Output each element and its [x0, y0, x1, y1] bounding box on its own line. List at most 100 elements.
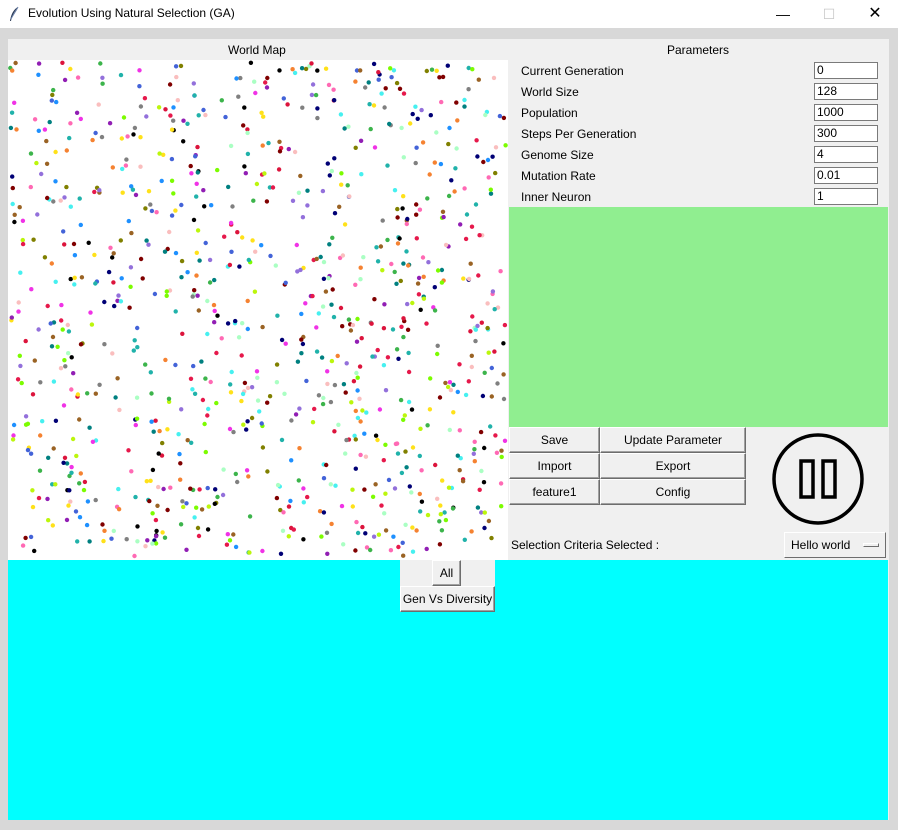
creature-dot	[289, 418, 294, 423]
creature-dot	[149, 391, 154, 396]
param-input-population[interactable]	[814, 104, 878, 121]
creature-dot	[121, 115, 127, 120]
creature-dot	[36, 72, 41, 77]
creature-dot	[23, 414, 29, 419]
creature-dot	[273, 263, 278, 268]
param-input-mutation-rate[interactable]	[814, 167, 878, 184]
maximize-button[interactable]: ☐	[806, 0, 852, 28]
creature-dot	[495, 381, 500, 386]
param-input-inner-neuron[interactable]	[814, 188, 878, 205]
creature-dot	[75, 392, 81, 397]
creature-dot	[179, 258, 185, 264]
param-input-steps-per-generation[interactable]	[814, 125, 878, 142]
creature-dot	[300, 105, 305, 110]
creature-dot	[167, 229, 172, 235]
creature-dot	[39, 171, 44, 177]
creature-dot	[98, 61, 103, 66]
creature-dot	[406, 399, 412, 405]
creature-dot	[419, 107, 424, 113]
creature-dot	[97, 382, 102, 387]
creature-dot	[23, 535, 28, 541]
creature-dot	[353, 408, 358, 414]
creature-dot	[435, 268, 441, 273]
creature-dot	[157, 428, 162, 434]
all-button[interactable]: All	[432, 560, 461, 586]
creature-dot	[55, 344, 60, 349]
selection-criteria-dropdown[interactable]: Hello world	[784, 532, 886, 558]
creature-dot	[332, 382, 338, 388]
creature-dot	[118, 72, 124, 78]
creature-dot	[111, 528, 117, 534]
creature-dot	[410, 111, 415, 117]
creature-dot	[370, 494, 376, 499]
creature-dot	[391, 68, 397, 73]
creature-dot	[229, 369, 234, 375]
world-map-canvas[interactable]	[8, 60, 508, 560]
world-map-title: World Map	[228, 43, 286, 57]
creature-dot	[296, 190, 302, 195]
creature-dot	[299, 351, 304, 356]
creature-dot	[28, 534, 34, 540]
creature-dot	[36, 495, 42, 501]
creature-dot	[401, 334, 406, 340]
creature-dot	[219, 336, 224, 341]
creature-dot	[93, 391, 99, 396]
param-label-world-size: World Size	[521, 85, 579, 99]
export-button[interactable]: Export	[600, 453, 746, 479]
param-input-world-size[interactable]	[814, 83, 878, 100]
creature-dot	[44, 138, 49, 144]
creature-dot	[171, 118, 176, 123]
cyan-panel-left	[8, 560, 400, 820]
creature-dot	[40, 419, 45, 424]
creature-dot	[368, 547, 373, 553]
creature-dot	[257, 409, 262, 414]
import-button[interactable]: Import	[509, 453, 600, 479]
creature-dot	[488, 191, 494, 196]
creature-dot	[131, 132, 136, 137]
creature-dot	[336, 422, 341, 427]
creature-dot	[363, 531, 368, 536]
creature-dot	[137, 68, 142, 73]
creature-dot	[189, 171, 194, 176]
creature-dot	[396, 356, 401, 361]
minimize-button[interactable]: —	[760, 0, 806, 28]
config-button[interactable]: Config	[600, 479, 746, 505]
creature-dot	[315, 115, 320, 121]
feature1-button[interactable]: feature1	[509, 479, 600, 505]
creature-dot	[403, 449, 408, 454]
creature-dot	[200, 397, 206, 403]
creature-dot	[23, 338, 28, 344]
creature-dot	[463, 392, 469, 398]
creature-dot	[227, 538, 233, 543]
creature-dot	[501, 115, 507, 121]
param-input-genome-size[interactable]	[814, 146, 878, 163]
creature-dot	[368, 126, 373, 132]
creature-dot	[20, 241, 26, 247]
save-button[interactable]: Save	[509, 427, 600, 453]
creature-dot	[132, 553, 137, 559]
creature-dot	[286, 504, 292, 509]
close-button[interactable]: ✕	[852, 0, 898, 28]
creature-dot	[418, 426, 423, 431]
creature-dot	[226, 184, 231, 190]
creature-dot	[318, 254, 323, 260]
creature-dot	[395, 206, 400, 212]
creature-dot	[62, 358, 67, 363]
creature-dot	[275, 313, 280, 318]
param-input-current-generation[interactable]	[814, 62, 878, 79]
creature-dot	[252, 79, 257, 84]
creature-dot	[381, 363, 387, 368]
creature-dot	[153, 517, 159, 523]
creature-dot	[328, 482, 333, 487]
gen-vs-diversity-button[interactable]: Gen Vs Diversity	[400, 586, 495, 612]
creature-dot	[70, 436, 76, 442]
creature-dot	[165, 427, 170, 432]
creature-dot	[394, 281, 399, 286]
creature-dot	[135, 325, 140, 331]
update-parameter-button[interactable]: Update Parameter	[600, 427, 746, 453]
creature-dot	[203, 449, 208, 455]
creature-dot	[385, 355, 391, 360]
pause-icon[interactable]	[772, 433, 864, 525]
creature-dot	[406, 350, 411, 356]
creature-dot	[396, 544, 401, 550]
